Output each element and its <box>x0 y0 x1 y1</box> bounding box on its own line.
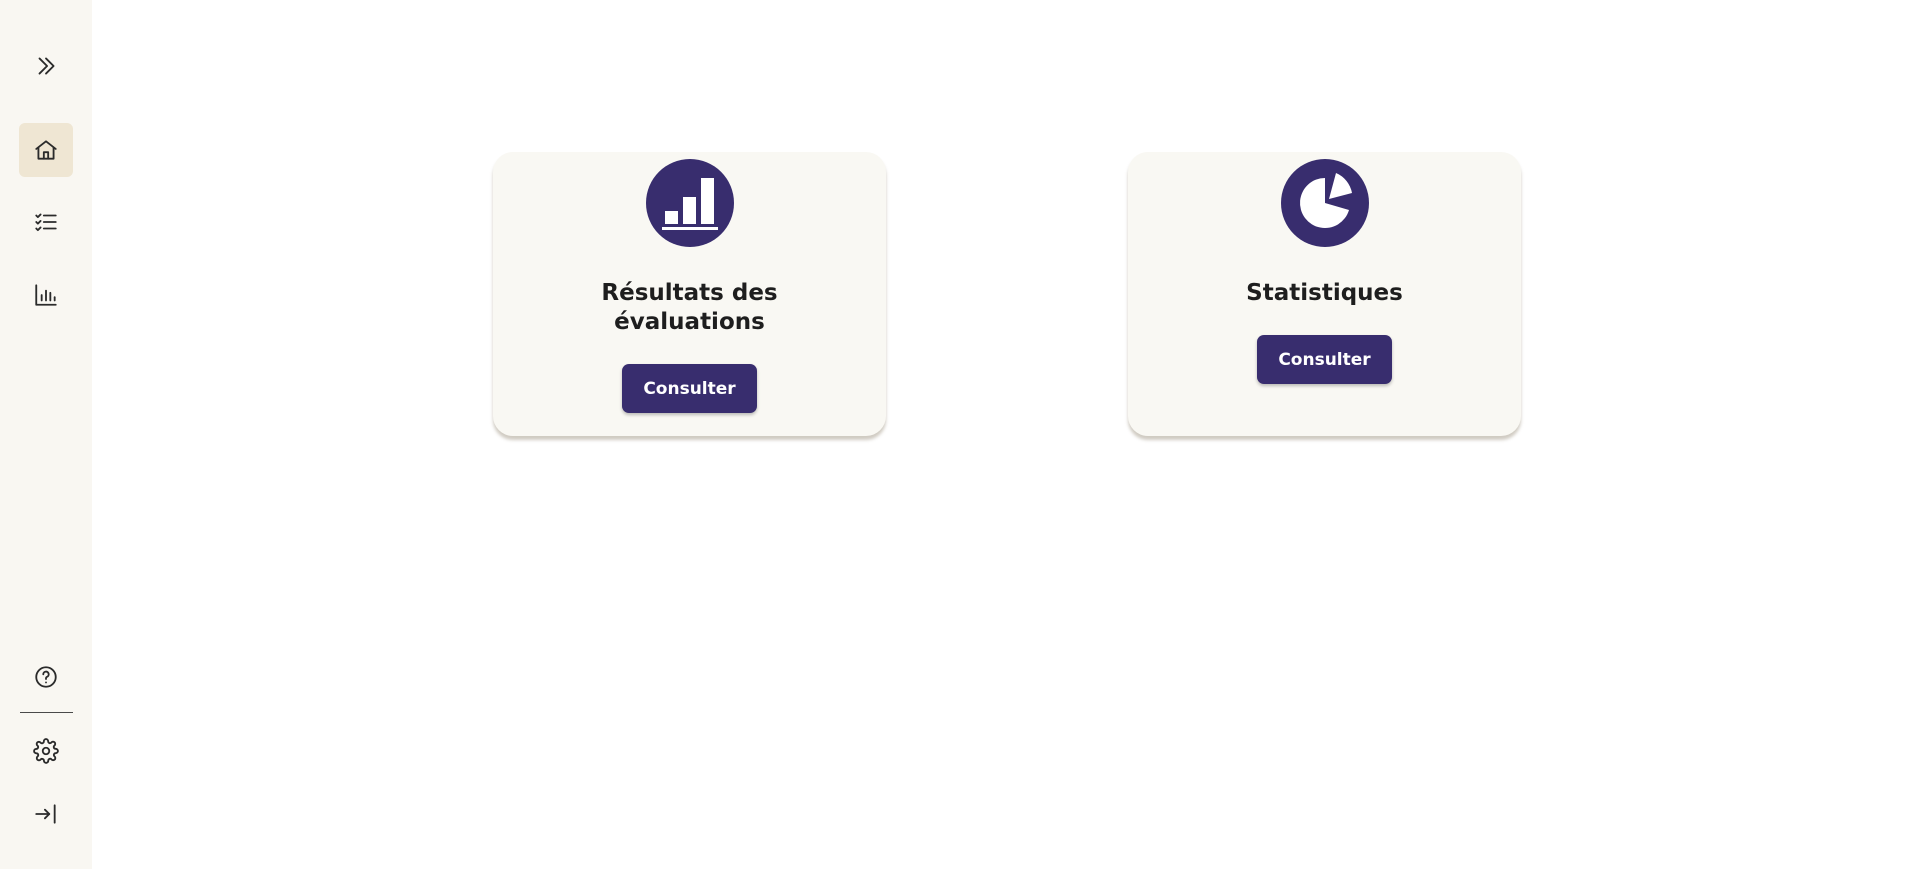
bar-chart-icon <box>645 159 734 247</box>
home-icon <box>35 140 57 160</box>
logout-button[interactable] <box>19 787 73 841</box>
consult-button[interactable]: Consulter <box>622 364 757 413</box>
settings-button[interactable] <box>19 724 73 778</box>
consult-button[interactable]: Consulter <box>1257 335 1392 384</box>
sign-in-arrow-icon <box>35 804 56 824</box>
sidebar-divider <box>20 712 73 713</box>
help-button[interactable] <box>19 650 73 704</box>
card-evaluation-results: Résultats des évaluations Consulter <box>493 152 886 436</box>
card-statistics: Statistiques Consulter <box>1128 152 1521 436</box>
card-title: Résultats des évaluations <box>601 280 778 335</box>
chevrons-right-icon <box>38 57 55 75</box>
bar-chart-icon <box>35 284 57 306</box>
sidebar <box>0 0 92 869</box>
help-circle-icon <box>35 666 57 688</box>
sidebar-item-home[interactable] <box>19 123 73 177</box>
checklist-icon <box>35 213 57 232</box>
sidebar-item-checklist[interactable] <box>19 195 73 249</box>
pie-chart-icon <box>1280 159 1369 247</box>
card-title: Statistiques <box>1246 280 1403 306</box>
gear-icon <box>33 738 59 764</box>
sidebar-item-chart[interactable] <box>19 268 73 322</box>
expand-sidebar-button[interactable] <box>19 39 73 93</box>
